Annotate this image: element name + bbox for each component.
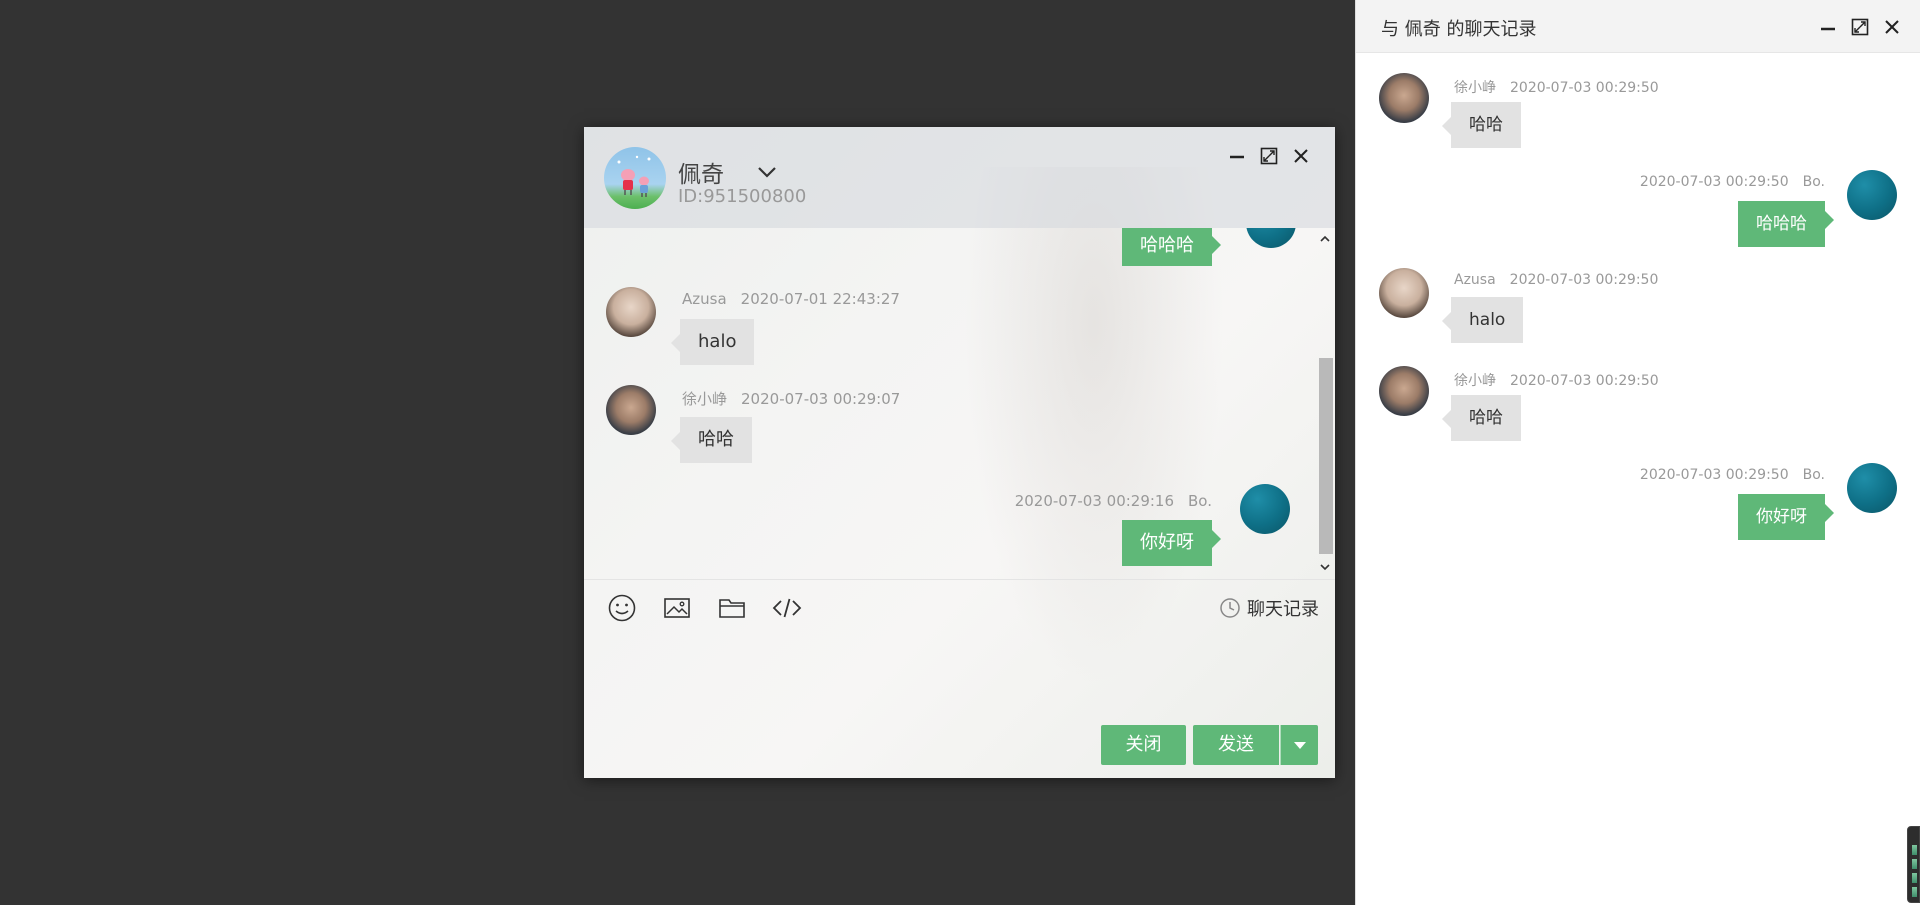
avatar[interactable] <box>606 385 656 435</box>
smiley-icon[interactable] <box>606 592 638 624</box>
peer-id: ID:951500800 <box>678 186 807 207</box>
history-message-item: 徐小峥 2020-07-03 00:29:50 哈哈 <box>1356 73 1920 153</box>
message-time: 2020-07-03 00:29:50 <box>1509 272 1659 288</box>
message-author: Azusa <box>682 290 727 308</box>
message-author: Bo. <box>1188 492 1212 510</box>
code-icon[interactable] <box>771 592 803 624</box>
message-bubble: 哈哈哈 <box>1738 201 1834 247</box>
message-meta: Azusa 2020-07-01 22:43:27 <box>682 290 900 308</box>
peer-name: 佩奇 <box>678 162 724 188</box>
close-icon[interactable] <box>1879 14 1905 40</box>
send-button[interactable]: 发送 <box>1193 725 1279 765</box>
peer-avatar[interactable] <box>604 147 666 209</box>
avatar[interactable] <box>1240 484 1290 534</box>
message-meta: 2020-07-03 00:29:16 Bo. <box>1015 492 1212 510</box>
scroll-up-icon[interactable] <box>1315 230 1335 248</box>
message-author: Bo. <box>1802 174 1825 190</box>
history-message-item: 2020-07-03 00:29:50 Bo. 你好呀 <box>1356 463 1920 543</box>
message-time: 2020-07-03 00:29:50 <box>1639 467 1789 483</box>
message-input[interactable] <box>584 635 1335 705</box>
message-bubble: 哈哈哈 <box>1122 228 1221 266</box>
chevron-down-icon[interactable] <box>752 159 782 185</box>
message-meta: 徐小峥 2020-07-03 00:29:50 <box>1454 370 1659 390</box>
message-bubble: 你好呀 <box>1122 520 1221 566</box>
message-item: 哈哈哈 <box>584 228 1314 288</box>
close-icon[interactable] <box>1288 143 1314 169</box>
chat-window: 佩奇 ID:951500800 哈哈哈 Azusa 2020-07-01 22:4… <box>584 127 1335 778</box>
message-author: 徐小峥 <box>1454 80 1496 96</box>
message-time: 2020-07-03 00:29:50 <box>1510 80 1659 96</box>
message-meta: 2020-07-03 00:29:50 Bo. <box>1640 174 1825 190</box>
maximize-icon[interactable] <box>1847 14 1873 40</box>
history-message-item: 徐小峥 2020-07-03 00:29:50 哈哈 <box>1356 366 1920 446</box>
history-message-item: 2020-07-03 00:29:50 Bo. 哈哈哈 <box>1356 170 1920 250</box>
message-time: 2020-07-03 00:29:16 <box>1014 492 1175 510</box>
message-list: 哈哈哈 Azusa 2020-07-01 22:43:27 halo 徐小峥 202… <box>584 228 1314 578</box>
avatar[interactable] <box>1379 366 1429 416</box>
message-bubble: 哈哈 <box>1442 102 1521 148</box>
avatar[interactable] <box>606 287 656 337</box>
message-item: Azusa 2020-07-01 22:43:27 halo <box>584 287 1314 387</box>
folder-icon[interactable] <box>716 592 748 624</box>
message-author: Azusa <box>1454 272 1496 288</box>
chat-history-label: 聊天记录 <box>1247 599 1319 620</box>
message-time: 2020-07-01 22:43:27 <box>740 290 900 308</box>
avatar[interactable] <box>1379 73 1429 123</box>
message-bubble: halo <box>670 319 755 365</box>
message-meta: Azusa 2020-07-03 00:29:50 <box>1454 272 1658 288</box>
message-meta: 徐小峥 2020-07-03 00:29:50 <box>1454 77 1659 97</box>
message-time: 2020-07-03 00:29:50 <box>1510 373 1659 389</box>
message-scrollbar[interactable] <box>1315 228 1335 578</box>
peppa-pig-image <box>617 155 651 197</box>
message-bubble: 哈哈 <box>1442 395 1521 441</box>
avatar[interactable] <box>1379 268 1429 318</box>
history-header: 与 佩奇 的聊天记录 <box>1356 0 1920 53</box>
history-title: 与 佩奇 的聊天记录 <box>1381 19 1537 40</box>
scroll-down-icon[interactable] <box>1315 558 1335 576</box>
resize-grip[interactable] <box>1907 826 1920 903</box>
minimize-icon[interactable] <box>1224 143 1250 169</box>
history-message-item: Azusa 2020-07-03 00:29:50 halo <box>1356 268 1920 348</box>
send-options-button[interactable] <box>1280 725 1318 765</box>
scroll-thumb[interactable] <box>1319 358 1333 554</box>
chat-history-link[interactable]: 聊天记录 <box>1219 595 1319 621</box>
message-author: Bo. <box>1802 467 1825 483</box>
chat-header: 佩奇 ID:951500800 <box>584 127 1335 228</box>
message-bubble: 你好呀 <box>1738 494 1834 540</box>
history-window: 与 佩奇 的聊天记录 徐小峥 2020-07-03 00:29:50 哈哈 202… <box>1355 0 1920 905</box>
message-meta: 2020-07-03 00:29:50 Bo. <box>1640 467 1825 483</box>
avatar[interactable] <box>1847 170 1897 220</box>
clock-icon <box>1220 598 1240 618</box>
message-time: 2020-07-03 00:29:50 <box>1639 174 1789 190</box>
message-author: 徐小峥 <box>1454 373 1496 389</box>
message-meta: 徐小峥 2020-07-03 00:29:07 <box>682 388 900 409</box>
minimize-icon[interactable] <box>1815 14 1841 40</box>
maximize-icon[interactable] <box>1256 143 1282 169</box>
message-item: 2020-07-03 00:29:16 Bo. 你好呀 <box>584 484 1314 578</box>
message-author: 徐小峥 <box>682 390 728 408</box>
message-bubble: 哈哈 <box>671 417 752 463</box>
message-bubble: halo <box>1441 297 1524 343</box>
message-item: 徐小峥 2020-07-03 00:29:07 哈哈 <box>584 385 1314 485</box>
message-time: 2020-07-03 00:29:07 <box>741 390 901 408</box>
history-message-list: 徐小峥 2020-07-03 00:29:50 哈哈 2020-07-03 00:… <box>1356 53 1920 905</box>
chat-toolbar: 聊天记录 <box>584 579 1335 635</box>
avatar[interactable] <box>1847 463 1897 513</box>
close-button[interactable]: 关闭 <box>1101 725 1186 765</box>
avatar[interactable] <box>1246 228 1296 248</box>
image-icon[interactable] <box>661 592 693 624</box>
